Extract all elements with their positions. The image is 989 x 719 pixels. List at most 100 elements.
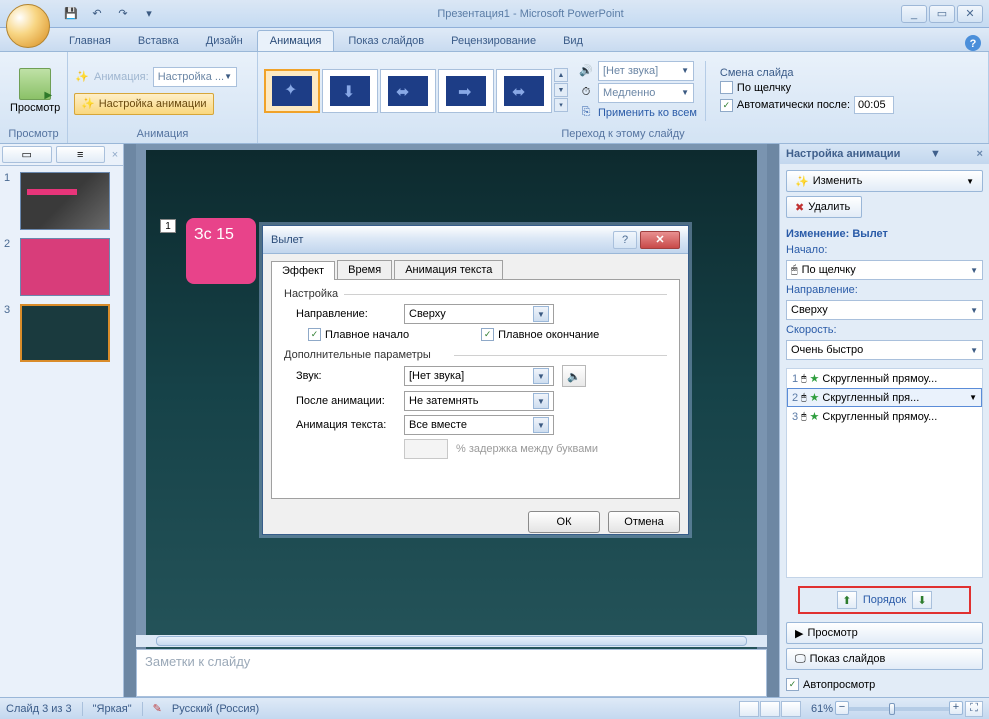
qat-save[interactable]: 💾	[60, 3, 82, 25]
sound-field[interactable]: [Нет звука]▼	[404, 366, 554, 386]
fit-to-window[interactable]: ⛶	[965, 701, 983, 717]
direction-field-label: Направление:	[296, 308, 396, 320]
dialog-tab-effect[interactable]: Эффект	[271, 261, 335, 280]
transition-1[interactable]: ⬇	[322, 69, 378, 113]
animation-list[interactable]: 1 🖱 ★ Скругленный прямоу... 2 🖱 ★ Скругл…	[786, 368, 983, 578]
item-dropdown[interactable]: ▼	[969, 393, 977, 402]
delay-label: % задержка между буквами	[456, 443, 598, 455]
tab-review[interactable]: Рецензирование	[438, 30, 549, 51]
mouse-icon: 🖱	[801, 392, 806, 403]
mouse-icon: 🖱	[801, 373, 806, 384]
close-button[interactable]: ✕	[957, 5, 983, 23]
gallery-down[interactable]: ▼	[554, 83, 568, 97]
autopreview-checkbox[interactable]: ✓	[786, 678, 799, 691]
window-title: Презентация1 - Microsoft PowerPoint	[160, 8, 901, 20]
change-effect-button[interactable]: ✨ Изменить ▼	[786, 170, 983, 192]
tab-design[interactable]: Дизайн	[193, 30, 256, 51]
dialog-tab-timing[interactable]: Время	[337, 260, 392, 279]
transition-4[interactable]: ⬌	[496, 69, 552, 113]
after-field[interactable]: Не затемнять▼	[404, 391, 554, 411]
text-anim-field[interactable]: Все вместе▼	[404, 415, 554, 435]
cancel-button[interactable]: Отмена	[608, 511, 680, 533]
thumb-1[interactable]: 1	[4, 172, 119, 230]
anim-pane-close[interactable]: ×	[977, 148, 983, 160]
thumb-2[interactable]: 2	[4, 238, 119, 296]
dialog-help-button[interactable]: ?	[613, 231, 637, 249]
minimize-button[interactable]: _	[901, 5, 927, 23]
thumbs-tab-outline[interactable]: ≡	[56, 146, 106, 163]
dialog-title: Вылет	[271, 234, 303, 246]
gallery-up[interactable]: ▲	[554, 68, 568, 82]
preview-button[interactable]: Просмотр	[6, 66, 64, 116]
transition-speed-combo[interactable]: Медленно▼	[598, 83, 694, 103]
anim-item-3[interactable]: 3 🖱 ★ Скругленный прямоу...	[787, 407, 982, 426]
transition-sound-combo[interactable]: [Нет звука]▼	[598, 61, 694, 81]
mouse-icon: 🖱	[791, 264, 798, 277]
transition-3[interactable]: ➡	[438, 69, 494, 113]
anim-item-1[interactable]: 1 🖱 ★ Скругленный прямоу...	[787, 369, 982, 388]
tab-animation[interactable]: Анимация	[257, 30, 335, 51]
tab-insert[interactable]: Вставка	[125, 30, 192, 51]
notes-area[interactable]: Заметки к слайду	[136, 649, 767, 697]
transition-none[interactable]: ✦	[264, 69, 320, 113]
help-button[interactable]: ?	[965, 35, 981, 51]
move-up-button[interactable]: ⬆	[837, 591, 857, 609]
anim-item-2[interactable]: 2 🖱 ★ Скругленный пря... ▼	[787, 388, 982, 407]
auto-after-time[interactable]: 00:05	[854, 96, 894, 114]
anim-pane-dropdown[interactable]: ▼	[930, 148, 941, 160]
auto-after-checkbox[interactable]: ✓	[720, 99, 733, 112]
slide-object-num: 1	[160, 219, 176, 233]
auto-after-label: Автоматически после:	[737, 99, 850, 111]
pane-preview-button[interactable]: ▶ Просмотр	[786, 622, 983, 644]
screen-icon: 🖵	[795, 653, 806, 666]
tab-slideshow[interactable]: Показ слайдов	[335, 30, 437, 51]
horizontal-scrollbar[interactable]	[136, 635, 767, 647]
gallery-more[interactable]: ▾	[554, 98, 568, 112]
qat-redo[interactable]: ↷	[112, 3, 134, 25]
qat-undo[interactable]: ↶	[86, 3, 108, 25]
mouse-icon: 🖱	[801, 411, 806, 422]
sound-icon: 🔊	[578, 63, 594, 79]
slide-shape[interactable]: Зс 15	[186, 218, 256, 284]
status-slide: Слайд 3 из 3	[6, 703, 72, 715]
view-normal[interactable]	[739, 701, 759, 717]
custom-animation-button[interactable]: ✨ Настройка анимации	[74, 93, 214, 115]
pane-slideshow-button[interactable]: 🖵 Показ слайдов	[786, 648, 983, 670]
view-sorter[interactable]	[760, 701, 780, 717]
effect-options-dialog: Вылет ? ✕ Эффект Время Анимация текста Н…	[262, 225, 689, 535]
thumb-3[interactable]: 3	[4, 304, 119, 362]
maximize-button[interactable]: ▭	[929, 5, 955, 23]
play-icon: ▶	[795, 627, 803, 640]
thumbs-tab-slides[interactable]: ▭	[2, 146, 52, 163]
animation-combo[interactable]: Настройка ...▼	[153, 67, 237, 87]
office-button[interactable]	[6, 4, 50, 48]
tab-home[interactable]: Главная	[56, 30, 124, 51]
smooth-start-checkbox[interactable]: ✓	[308, 328, 321, 341]
transition-2[interactable]: ⬌	[380, 69, 436, 113]
apply-to-all[interactable]: ⎘ Применить ко всем	[578, 105, 697, 121]
spellcheck-icon[interactable]: ✎	[153, 702, 162, 715]
transition-gallery[interactable]: ✦ ⬇ ⬌ ➡ ⬌ ▲ ▼ ▾	[264, 68, 568, 113]
remove-effect-button[interactable]: ✖ Удалить	[786, 196, 862, 218]
dialog-tab-textanim[interactable]: Анимация текста	[394, 260, 503, 279]
view-slideshow[interactable]	[781, 701, 801, 717]
modify-title: Изменение: Вылет	[786, 228, 983, 240]
status-language[interactable]: Русский (Россия)	[172, 703, 259, 715]
move-down-button[interactable]: ⬇	[912, 591, 932, 609]
on-click-checkbox[interactable]	[720, 81, 733, 94]
smooth-end-label: Плавное окончание	[498, 329, 599, 341]
smooth-end-checkbox[interactable]: ✓	[481, 328, 494, 341]
zoom-level[interactable]: 61%	[811, 703, 833, 715]
qat-customize[interactable]: ▾	[138, 3, 160, 25]
zoom-slider[interactable]	[849, 707, 949, 711]
ok-button[interactable]: ОК	[528, 511, 600, 533]
tab-view[interactable]: Вид	[550, 30, 596, 51]
dialog-close-button[interactable]: ✕	[640, 231, 680, 249]
remove-icon: ✖	[795, 201, 804, 214]
speed-combo[interactable]: Очень быстро▼	[786, 340, 983, 360]
direction-field[interactable]: Сверху▼	[404, 304, 554, 324]
direction-combo[interactable]: Сверху▼	[786, 300, 983, 320]
thumbs-close[interactable]: ×	[107, 144, 123, 165]
sound-volume-button[interactable]: 🔈	[562, 365, 586, 387]
start-combo[interactable]: 🖱 По щелчку▼	[786, 260, 983, 280]
